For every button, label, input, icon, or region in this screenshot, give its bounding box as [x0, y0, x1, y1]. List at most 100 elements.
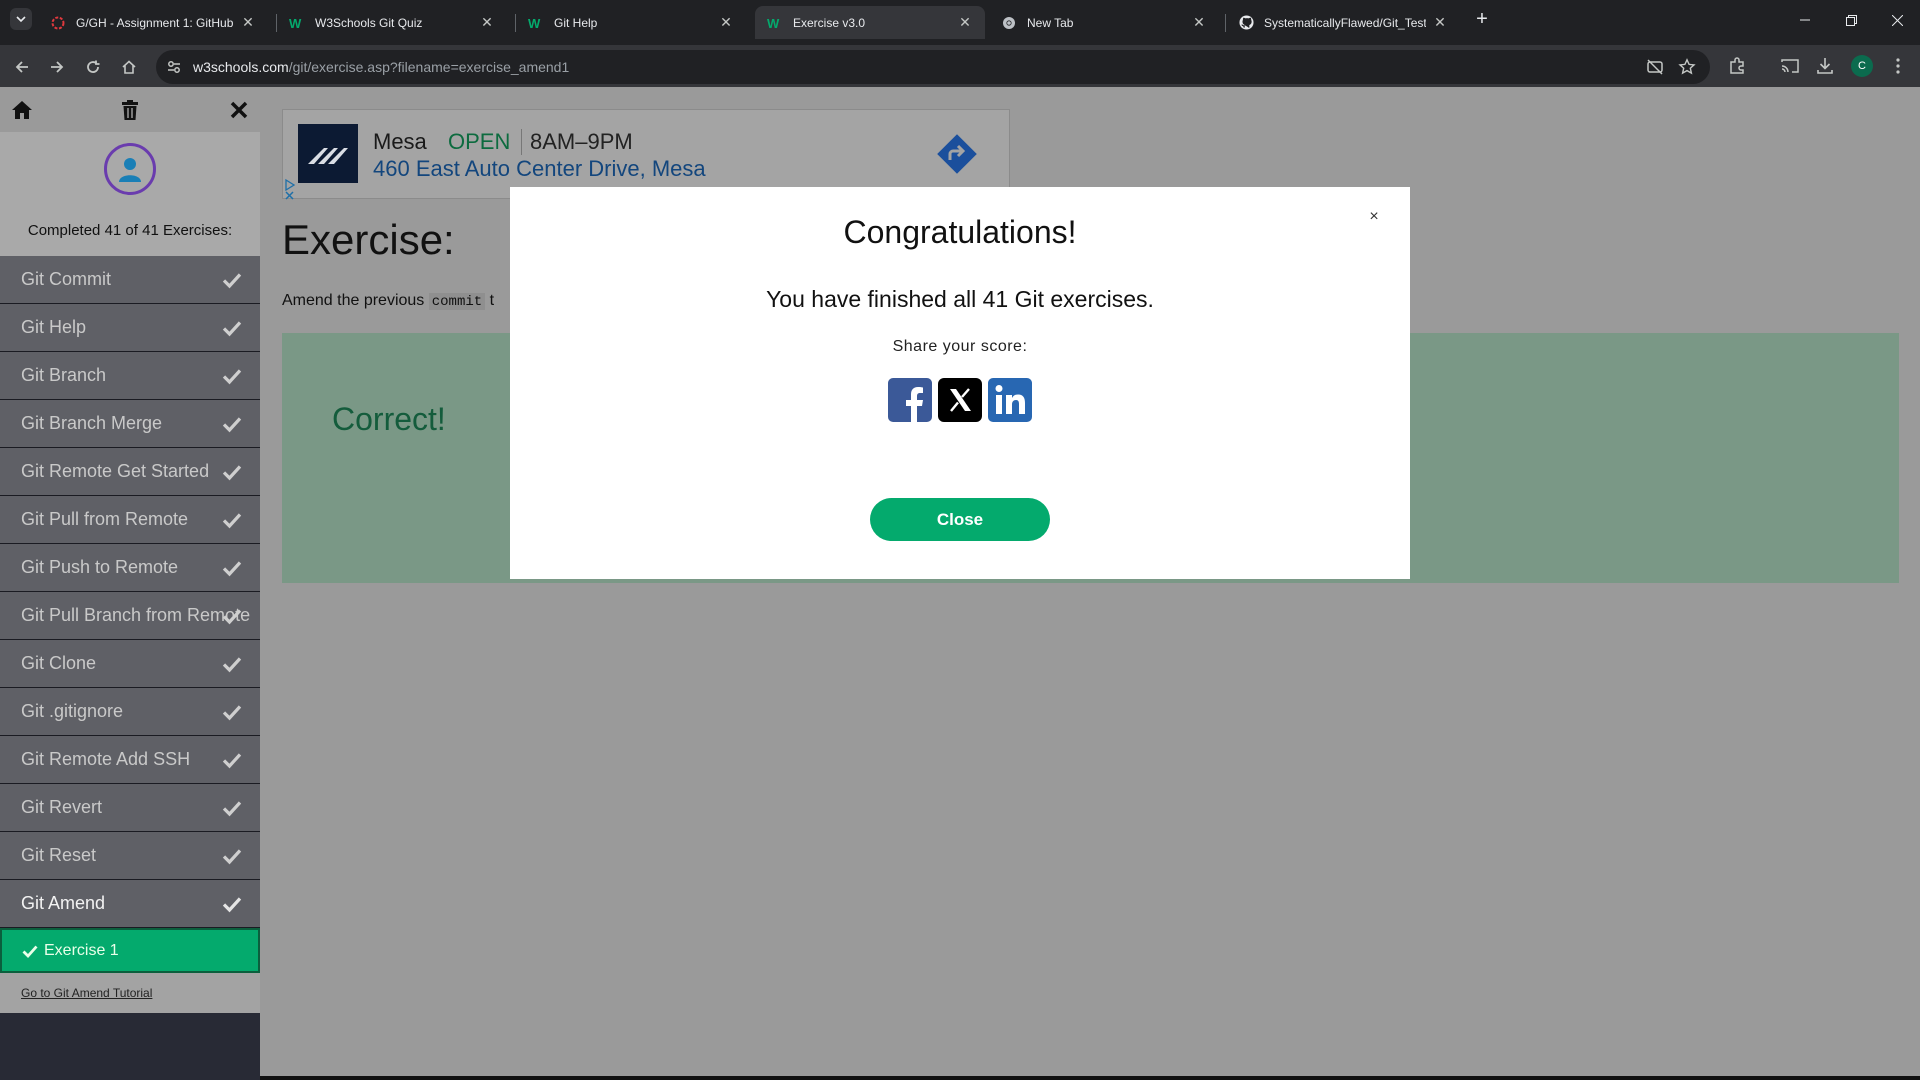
facebook-icon[interactable] [888, 378, 932, 422]
sidebar-item-label: Git Pull Branch from Remote [21, 605, 251, 625]
close-tab-icon[interactable]: ✕ [957, 14, 973, 31]
ad-banner[interactable]: Mesa OPEN 8AM–9PM 460 East Auto Center D… [282, 109, 1010, 200]
tab-title: W3Schools Git Quiz [315, 15, 423, 30]
tab-git-help[interactable]: W Git Help ✕ [516, 6, 746, 39]
sidebar-item-label: Git Revert [21, 797, 103, 817]
new-tab-button[interactable]: + [1471, 8, 1493, 30]
x-twitter-icon[interactable] [938, 378, 982, 422]
sidebar-item-git-revert[interactable]: Git Revert [0, 784, 260, 832]
sidebar-item-git-help[interactable]: Git Help [0, 304, 260, 352]
bookmark-star-icon[interactable] [1678, 58, 1696, 76]
page-bottom-edge [260, 1076, 1920, 1080]
eye-off-icon[interactable] [1646, 58, 1664, 76]
tab-title: Git Help [554, 15, 598, 30]
sidebar-item-git-gitignore[interactable]: Git .gitignore [0, 688, 260, 736]
ad-choices-icon[interactable] [283, 178, 297, 200]
profile-avatar[interactable]: C [1851, 55, 1873, 77]
svg-text:W: W [767, 16, 780, 30]
ad-hours: 8AM–9PM [521, 129, 633, 155]
tab-w3schools-quiz[interactable]: W W3Schools Git Quiz ✕ [277, 6, 507, 39]
more-options-icon[interactable] [1888, 56, 1908, 76]
sidebar-item-label: Git Remote Get Started [21, 461, 210, 481]
arrow-right-icon [51, 61, 64, 73]
sidebar-item-git-reset[interactable]: Git Reset [0, 832, 260, 880]
sidebar-item-label: Git .gitignore [21, 701, 124, 721]
close-button[interactable]: Close [870, 498, 1050, 541]
browser-toolbar: w3schools.com/git/exercise.asp?filename=… [0, 45, 1920, 87]
reload-button[interactable] [80, 54, 106, 80]
url-text[interactable]: w3schools.com/git/exercise.asp?filename=… [193, 59, 569, 75]
share-label: Share your score: [892, 338, 1028, 355]
restore-button[interactable] [1828, 0, 1874, 40]
sidebar-item-git-branch[interactable]: Git Branch [0, 352, 260, 400]
address-bar[interactable]: w3schools.com/git/exercise.asp?filename=… [156, 50, 1710, 84]
checkmark-icon [222, 321, 242, 337]
close-tab-icon[interactable]: ✕ [718, 14, 734, 31]
close-window-button[interactable] [1874, 0, 1920, 40]
directions-icon[interactable] [933, 130, 981, 178]
home-icon[interactable] [10, 98, 34, 122]
checkmark-icon [222, 417, 242, 433]
sidebar-item-git-branch-merge[interactable]: Git Branch Merge [0, 400, 260, 448]
browser-tab-strip: G/GH - Assignment 1: GitHub F ✕ W W3Scho… [0, 0, 1920, 45]
description-text-tail: t [485, 292, 495, 309]
close-tab-icon[interactable]: ✕ [479, 14, 495, 31]
tutorial-link[interactable]: Go to Git Amend Tutorial [21, 986, 152, 1000]
checkmark-icon [222, 705, 242, 721]
sidebar-toolbar [0, 87, 260, 132]
cast-icon[interactable] [1780, 56, 1800, 76]
ad-address[interactable]: 460 East Auto Center Drive, Mesa [373, 156, 706, 182]
sidebar-item-git-commit[interactable]: Git Commit [0, 256, 260, 304]
sidebar-item-git-clone[interactable]: Git Clone [0, 640, 260, 688]
sidebar-item-git-pull-branch-from-remote[interactable]: Git Pull Branch from Remote [0, 592, 260, 640]
tab-assignment[interactable]: G/GH - Assignment 1: GitHub F ✕ [38, 6, 268, 39]
tab-exercise[interactable]: W Exercise v3.0 ✕ [755, 6, 985, 39]
close-tab-icon[interactable]: ✕ [1191, 14, 1207, 31]
checkmark-icon [222, 897, 242, 913]
sidebar-item-git-amend[interactable]: Git Amend [0, 880, 260, 928]
home-button[interactable] [116, 54, 142, 80]
exercise-description: Amend the previous commit t [282, 292, 512, 310]
trash-icon[interactable] [118, 98, 142, 122]
restore-icon [1845, 14, 1857, 26]
inline-code: commit [428, 293, 486, 310]
download-icon[interactable] [1815, 56, 1835, 76]
checkmark-icon [222, 561, 242, 577]
user-icon [119, 158, 141, 182]
close-tab-icon[interactable]: ✕ [1432, 14, 1448, 31]
svg-text:W: W [528, 16, 541, 30]
checkmark-icon [222, 369, 242, 385]
sidebar-item-git-remote-add-ssh[interactable]: Git Remote Add SSH [0, 736, 260, 784]
sidebar-item-label: Git Branch Merge [21, 413, 163, 433]
sidebar-item-label: Git Commit [21, 269, 111, 289]
reload-icon [87, 60, 100, 73]
checkmark-icon [222, 609, 242, 625]
sidebar-item-git-pull-from-remote[interactable]: Git Pull from Remote [0, 496, 260, 544]
site-info-icon[interactable] [165, 58, 183, 76]
minimize-button[interactable] [1782, 0, 1828, 40]
page-title: Exercise: [282, 216, 455, 263]
close-tab-icon[interactable]: ✕ [240, 14, 256, 31]
sidebar-active-exercise[interactable]: Exercise 1 [0, 928, 260, 973]
sidebar-item-git-push-to-remote[interactable]: Git Push to Remote [0, 544, 260, 592]
close-icon[interactable] [227, 98, 251, 122]
tab-new-tab[interactable]: New Tab ✕ [989, 6, 1219, 39]
extensions-icon[interactable] [1727, 56, 1747, 76]
w3schools-icon: W [767, 15, 783, 31]
tab-github[interactable]: SystematicallyFlawed/Git_Test_1 ✕ [1226, 6, 1460, 39]
checkmark-icon [222, 465, 242, 481]
avatar[interactable] [104, 143, 156, 195]
tab-search-button[interactable] [10, 8, 32, 30]
sidebar-item-git-remote-get-started[interactable]: Git Remote Get Started [0, 448, 260, 496]
modal-title: Congratulations! [843, 214, 1077, 250]
linkedin-icon[interactable] [988, 378, 1032, 422]
forward-button[interactable] [44, 54, 70, 80]
completed-count: Completed 41 of 41 Exercises: [27, 222, 233, 239]
chevron-down-icon [16, 16, 26, 23]
modal-message: You have finished all 41 Git exercises. [766, 286, 1154, 312]
url-host: w3schools.com [193, 59, 289, 75]
minimize-icon [1800, 19, 1810, 21]
back-button[interactable] [9, 54, 35, 80]
tab-title: G/GH - Assignment 1: GitHub F [76, 15, 234, 30]
checkmark-icon [222, 513, 242, 529]
